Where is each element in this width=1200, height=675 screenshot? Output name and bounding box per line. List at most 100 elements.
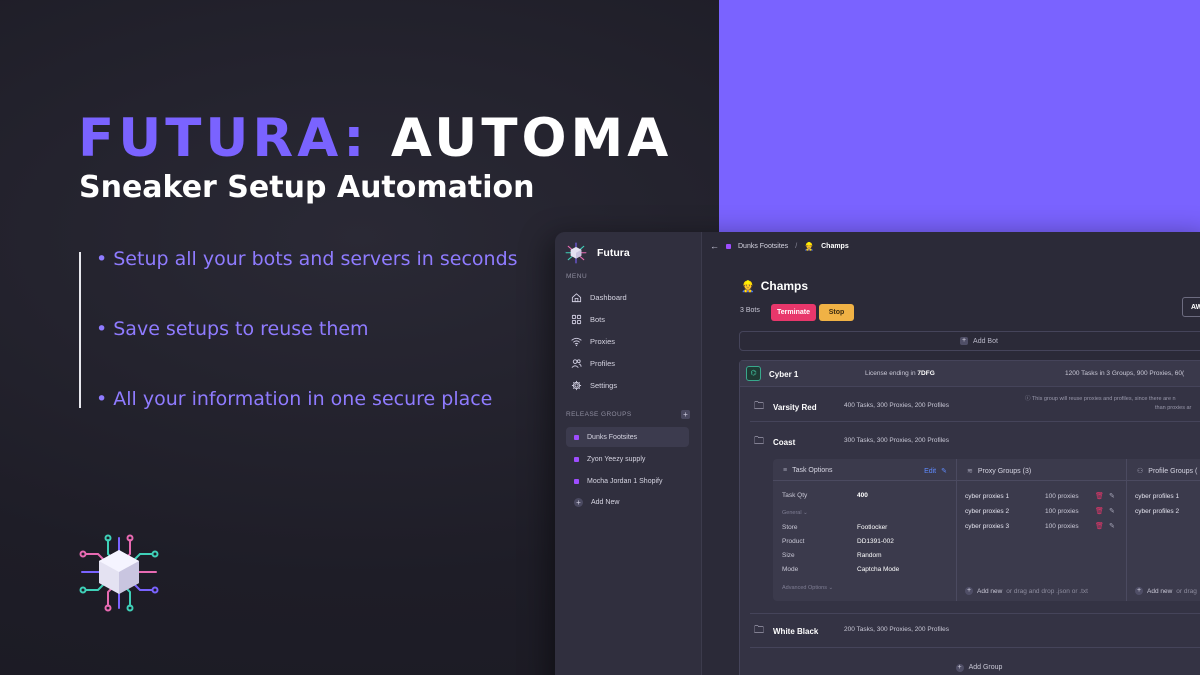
plus-icon: + <box>1135 587 1143 595</box>
trash-icon[interactable]: 🗑 <box>1095 492 1104 500</box>
trash-icon[interactable]: 🗑 <box>1095 507 1104 515</box>
field-value: Footlocker <box>857 524 888 531</box>
terminate-button[interactable]: Terminate <box>771 304 816 321</box>
profile-group-name: cyber profiles 1 <box>1135 493 1180 500</box>
purple-accent-block <box>719 0 1200 232</box>
pencil-icon[interactable]: ✎ <box>1109 507 1115 515</box>
proxy-count: 100 proxies <box>1045 523 1079 530</box>
folder-icon: 🗀 <box>754 401 764 412</box>
wifi-icon <box>571 337 582 347</box>
proxy-group-row: cyber proxies 1 100 proxies 🗑 ✎ <box>965 493 1125 500</box>
sidebar-item-settings[interactable]: Settings <box>571 380 617 391</box>
add-profile-group-button[interactable]: + Add new or drag <box>1135 587 1197 595</box>
release-group-item[interactable]: Dunks Footsites <box>566 427 689 447</box>
plus-icon: + <box>960 337 969 345</box>
trash-icon[interactable]: 🗑 <box>1095 522 1104 530</box>
add-new-label: Add New <box>591 498 620 506</box>
proxy-count: 100 proxies <box>1045 508 1079 515</box>
release-group-item[interactable]: Mocha Jordan 1 Shopify <box>566 471 689 491</box>
hero-title-rest: AUTOMA <box>390 108 673 169</box>
proxy-count: 100 proxies <box>1045 493 1079 500</box>
bot-header[interactable]: ⌬ Cyber 1 License ending in 7DFG 1200 Ta… <box>740 361 1200 387</box>
page-title: 👷 Champs <box>741 279 808 293</box>
drop-hint: or drag and drop .json or .txt <box>1006 587 1088 595</box>
feature-item: • Setup all your bots and servers in sec… <box>96 248 518 270</box>
add-proxy-group-button[interactable]: + Add new or drag and drop .json or .txt <box>965 587 1088 595</box>
group-stats: 300 Tasks, 300 Proxies, 200 Profiles <box>844 437 950 444</box>
drop-hint: or drag <box>1176 587 1197 595</box>
proxy-group-name: cyber proxies 3 <box>965 523 1010 530</box>
task-options-title-text: Task Options <box>792 467 833 474</box>
general-section-toggle[interactable]: General ⌄ <box>782 510 808 516</box>
bot-panel: ⌬ Cyber 1 License ending in 7DFG 1200 Ta… <box>739 360 1200 675</box>
add-release-group-button[interactable]: + <box>681 410 690 419</box>
release-group-label: Mocha Jordan 1 Shopify <box>587 477 663 485</box>
group-row-coast[interactable]: 🗀 Coast <box>754 434 795 451</box>
group-name: Varsity Red <box>773 403 817 412</box>
profile-groups-header: ⚇ Profile Groups ( <box>1127 459 1200 481</box>
bot-license: License ending in 7DFG <box>865 370 935 377</box>
add-group-button[interactable]: + Add Group <box>740 664 1200 672</box>
release-group-item[interactable]: Zyon Yeezy supply <box>566 449 689 469</box>
field-label: Store <box>782 524 798 531</box>
bot-icon: ⌬ <box>746 366 761 381</box>
wifi-icon: ≋ <box>967 468 973 475</box>
futura-logo-icon <box>565 242 587 264</box>
sidebar-item-profiles[interactable]: Profiles <box>571 358 615 369</box>
sidebar-item-label: Bots <box>590 315 606 324</box>
header-action-button[interactable]: AW <box>1182 297 1200 317</box>
hero-title: FUTURA: AUTOMA <box>78 108 672 169</box>
group-stats: 200 Tasks, 300 Proxies, 200 Profiles <box>844 626 950 633</box>
pencil-icon[interactable]: ✎ <box>1109 522 1115 530</box>
pencil-icon[interactable]: ✎ <box>1109 492 1115 500</box>
stop-button[interactable]: Stop <box>819 304 854 321</box>
edit-button[interactable]: Edit ✎ <box>924 467 947 476</box>
main-panel: ← Dunks Footsites / 👷 Champs 👷 Champs 3 … <box>702 232 1200 675</box>
group-info-note: ⓘ This group will reuse proxies and prof… <box>1025 395 1191 413</box>
users-icon <box>571 359 582 368</box>
breadcrumb-parent[interactable]: Dunks Footsites <box>738 243 788 250</box>
profile-group-row: cyber profiles 1 <box>1135 493 1200 500</box>
group-stats: 400 Tasks, 300 Proxies, 200 Profiles <box>844 402 950 409</box>
field-label: Size <box>782 552 795 559</box>
edit-label: Edit <box>924 467 937 475</box>
proxy-group-name: cyber proxies 2 <box>965 508 1010 515</box>
profile-group-row: cyber profiles 2 <box>1135 508 1200 515</box>
divider <box>750 647 1200 648</box>
sidebar-item-dashboard[interactable]: Dashboard <box>571 292 627 303</box>
group-color-square <box>574 456 579 462</box>
task-qty-value[interactable]: 400 <box>857 492 868 499</box>
sidebar-item-proxies[interactable]: Proxies <box>571 336 615 347</box>
divider <box>750 613 1200 614</box>
group-row-varsity-red[interactable]: 🗀 Varsity Red <box>754 399 817 416</box>
release-groups-label: RELEASE GROUPS <box>566 411 632 418</box>
divider <box>750 421 1200 422</box>
folder-icon: 🗀 <box>754 625 764 636</box>
add-group-label: Add Group <box>968 664 1003 671</box>
sidebar-item-bots[interactable]: Bots <box>571 314 605 325</box>
task-options-column: ≡ Task Options Edit ✎ Task Qty 400 Gener… <box>773 459 957 601</box>
field-value: Random <box>857 552 882 559</box>
sidebar-brand-name: Futura <box>597 247 630 259</box>
futura-logo-icon <box>79 534 159 612</box>
bot-stats: 1200 Tasks in 3 Groups, 900 Proxies, 60( <box>1065 370 1185 377</box>
advanced-options-toggle[interactable]: Advanced Options ⌄ <box>782 585 833 591</box>
sidebar-brand[interactable]: Futura <box>565 242 630 264</box>
home-icon <box>571 293 582 303</box>
proxy-group-row: cyber proxies 3 100 proxies 🗑 ✎ <box>965 523 1125 530</box>
sidebar: Futura MENU Dashboard Bots Proxies Profi… <box>555 232 702 675</box>
sidebar-item-label: Proxies <box>590 337 616 346</box>
group-note-line: ⓘ This group will reuse proxies and prof… <box>1025 396 1176 402</box>
task-options-header: ≡ Task Options Edit ✎ <box>773 459 956 481</box>
back-arrow-icon[interactable]: ← <box>710 241 719 251</box>
group-color-square <box>574 478 579 484</box>
feature-divider-line <box>79 252 81 408</box>
breadcrumb-separator: / <box>795 242 798 250</box>
hero-brand: FUTURA: <box>78 108 369 169</box>
feature-item: • Save setups to reuse them <box>96 318 369 340</box>
add-bot-button[interactable]: + Add Bot <box>739 331 1200 351</box>
group-row-white-black[interactable]: 🗀 White Black <box>754 623 818 640</box>
group-color-square <box>574 434 579 440</box>
release-group-label: Zyon Yeezy supply <box>587 455 646 463</box>
add-new-group-button[interactable]: + Add New <box>566 492 689 512</box>
